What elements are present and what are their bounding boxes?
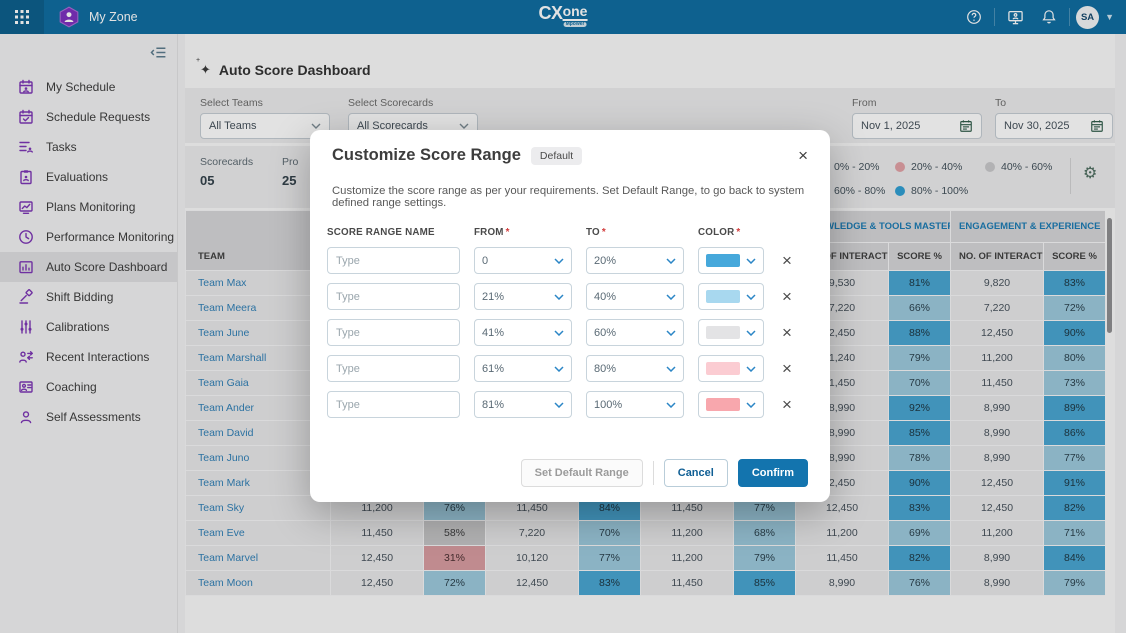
- chevron-down-icon: [746, 330, 756, 336]
- confirm-button[interactable]: Confirm: [738, 459, 808, 487]
- from-select[interactable]: 81%: [474, 391, 572, 418]
- to-select[interactable]: 60%: [586, 319, 684, 346]
- modal-title: Customize Score Range: [332, 146, 521, 165]
- from-select[interactable]: 61%: [474, 355, 572, 382]
- footer-divider: [653, 461, 654, 485]
- to-select[interactable]: 100%: [586, 391, 684, 418]
- score-range-name-input[interactable]: [327, 355, 460, 382]
- range-columns-header: SCORE RANGE NAME FROM* TO* COLOR*: [310, 227, 830, 238]
- chevron-down-icon: [554, 402, 564, 408]
- remove-range-icon[interactable]: ×: [778, 252, 796, 269]
- score-range-row: 0 20% ×: [310, 247, 830, 274]
- color-swatch: [706, 290, 740, 303]
- chevron-down-icon: [666, 258, 676, 264]
- score-range-row: 41% 60% ×: [310, 319, 830, 346]
- score-range-row: 61% 80% ×: [310, 355, 830, 382]
- color-swatch: [706, 254, 740, 267]
- from-select[interactable]: 0: [474, 247, 572, 274]
- modal-description: Customize the score range as per your re…: [310, 165, 830, 209]
- to-select[interactable]: 80%: [586, 355, 684, 382]
- chevron-down-icon: [554, 366, 564, 372]
- chevron-down-icon: [554, 294, 564, 300]
- color-swatch: [706, 326, 740, 339]
- score-range-row: 81% 100% ×: [310, 391, 830, 418]
- score-range-rows: 0 20% × 21% 40% × 41% 60% × 61% 80% × 81% 100% ×: [310, 247, 830, 418]
- color-select[interactable]: [698, 319, 764, 346]
- chevron-down-icon: [554, 330, 564, 336]
- color-swatch: [706, 362, 740, 375]
- chevron-down-icon: [746, 294, 756, 300]
- remove-range-icon[interactable]: ×: [778, 360, 796, 377]
- modal-footer: Set Default Range Cancel Confirm: [521, 459, 808, 487]
- remove-range-icon[interactable]: ×: [778, 396, 796, 413]
- remove-range-icon[interactable]: ×: [778, 324, 796, 341]
- chevron-down-icon: [554, 258, 564, 264]
- chevron-down-icon: [666, 402, 676, 408]
- from-select[interactable]: 41%: [474, 319, 572, 346]
- chevron-down-icon: [746, 402, 756, 408]
- from-value: 0: [482, 255, 554, 267]
- from-value: 81%: [482, 399, 554, 411]
- to-value: 80%: [594, 363, 666, 375]
- score-range-name-input[interactable]: [327, 391, 460, 418]
- default-badge: Default: [531, 147, 582, 165]
- score-range-row: 21% 40% ×: [310, 283, 830, 310]
- chevron-down-icon: [746, 258, 756, 264]
- chevron-down-icon: [666, 366, 676, 372]
- col-to: TO*: [586, 227, 684, 238]
- to-select[interactable]: 20%: [586, 247, 684, 274]
- from-value: 61%: [482, 363, 554, 375]
- customize-score-range-modal: Customize Score Range Default × Customiz…: [310, 130, 830, 502]
- color-swatch: [706, 398, 740, 411]
- col-score-range-name: SCORE RANGE NAME: [327, 227, 460, 238]
- col-from: FROM*: [474, 227, 572, 238]
- score-range-name-input[interactable]: [327, 283, 460, 310]
- chevron-down-icon: [666, 330, 676, 336]
- color-select[interactable]: [698, 355, 764, 382]
- close-icon[interactable]: ×: [798, 147, 808, 164]
- color-select[interactable]: [698, 247, 764, 274]
- to-value: 60%: [594, 327, 666, 339]
- from-value: 21%: [482, 291, 554, 303]
- chevron-down-icon: [746, 366, 756, 372]
- set-default-range-button[interactable]: Set Default Range: [521, 459, 643, 487]
- color-select[interactable]: [698, 391, 764, 418]
- color-select[interactable]: [698, 283, 764, 310]
- score-range-name-input[interactable]: [327, 247, 460, 274]
- modal-header: Customize Score Range Default ×: [310, 130, 830, 165]
- score-range-name-input[interactable]: [327, 319, 460, 346]
- to-value: 100%: [594, 399, 666, 411]
- to-value: 20%: [594, 255, 666, 267]
- chevron-down-icon: [666, 294, 676, 300]
- to-select[interactable]: 40%: [586, 283, 684, 310]
- from-select[interactable]: 21%: [474, 283, 572, 310]
- cancel-button[interactable]: Cancel: [664, 459, 728, 487]
- to-value: 40%: [594, 291, 666, 303]
- from-value: 41%: [482, 327, 554, 339]
- remove-range-icon[interactable]: ×: [778, 288, 796, 305]
- col-color: COLOR*: [698, 227, 764, 238]
